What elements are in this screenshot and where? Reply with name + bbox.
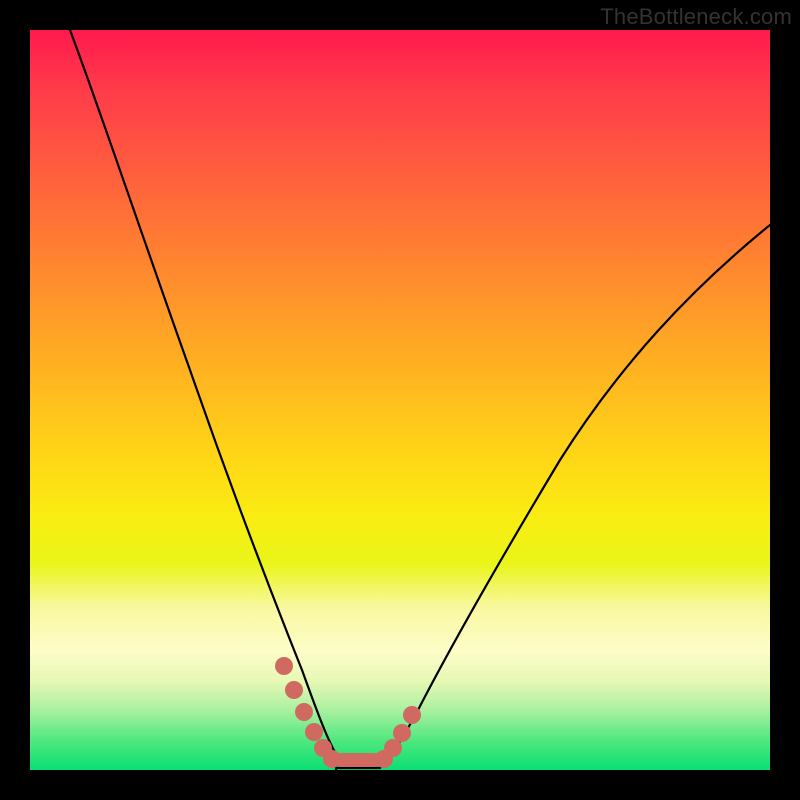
- marker-dot: [393, 724, 411, 742]
- curve-layer: [30, 30, 770, 770]
- marker-dot: [403, 706, 421, 724]
- marker-dot: [285, 681, 303, 699]
- plot-area: [30, 30, 770, 770]
- right-branch-curve: [380, 225, 770, 768]
- watermark-text: TheBottleneck.com: [600, 4, 792, 30]
- marker-dot: [275, 657, 293, 675]
- chart-container: { "watermark": "TheBottleneck.com", "col…: [0, 0, 800, 800]
- marker-base: [334, 753, 382, 767]
- marker-group: [275, 657, 421, 768]
- left-branch-curve: [70, 30, 336, 770]
- marker-dot: [305, 723, 323, 741]
- marker-dot: [384, 739, 402, 757]
- marker-dot: [295, 703, 313, 721]
